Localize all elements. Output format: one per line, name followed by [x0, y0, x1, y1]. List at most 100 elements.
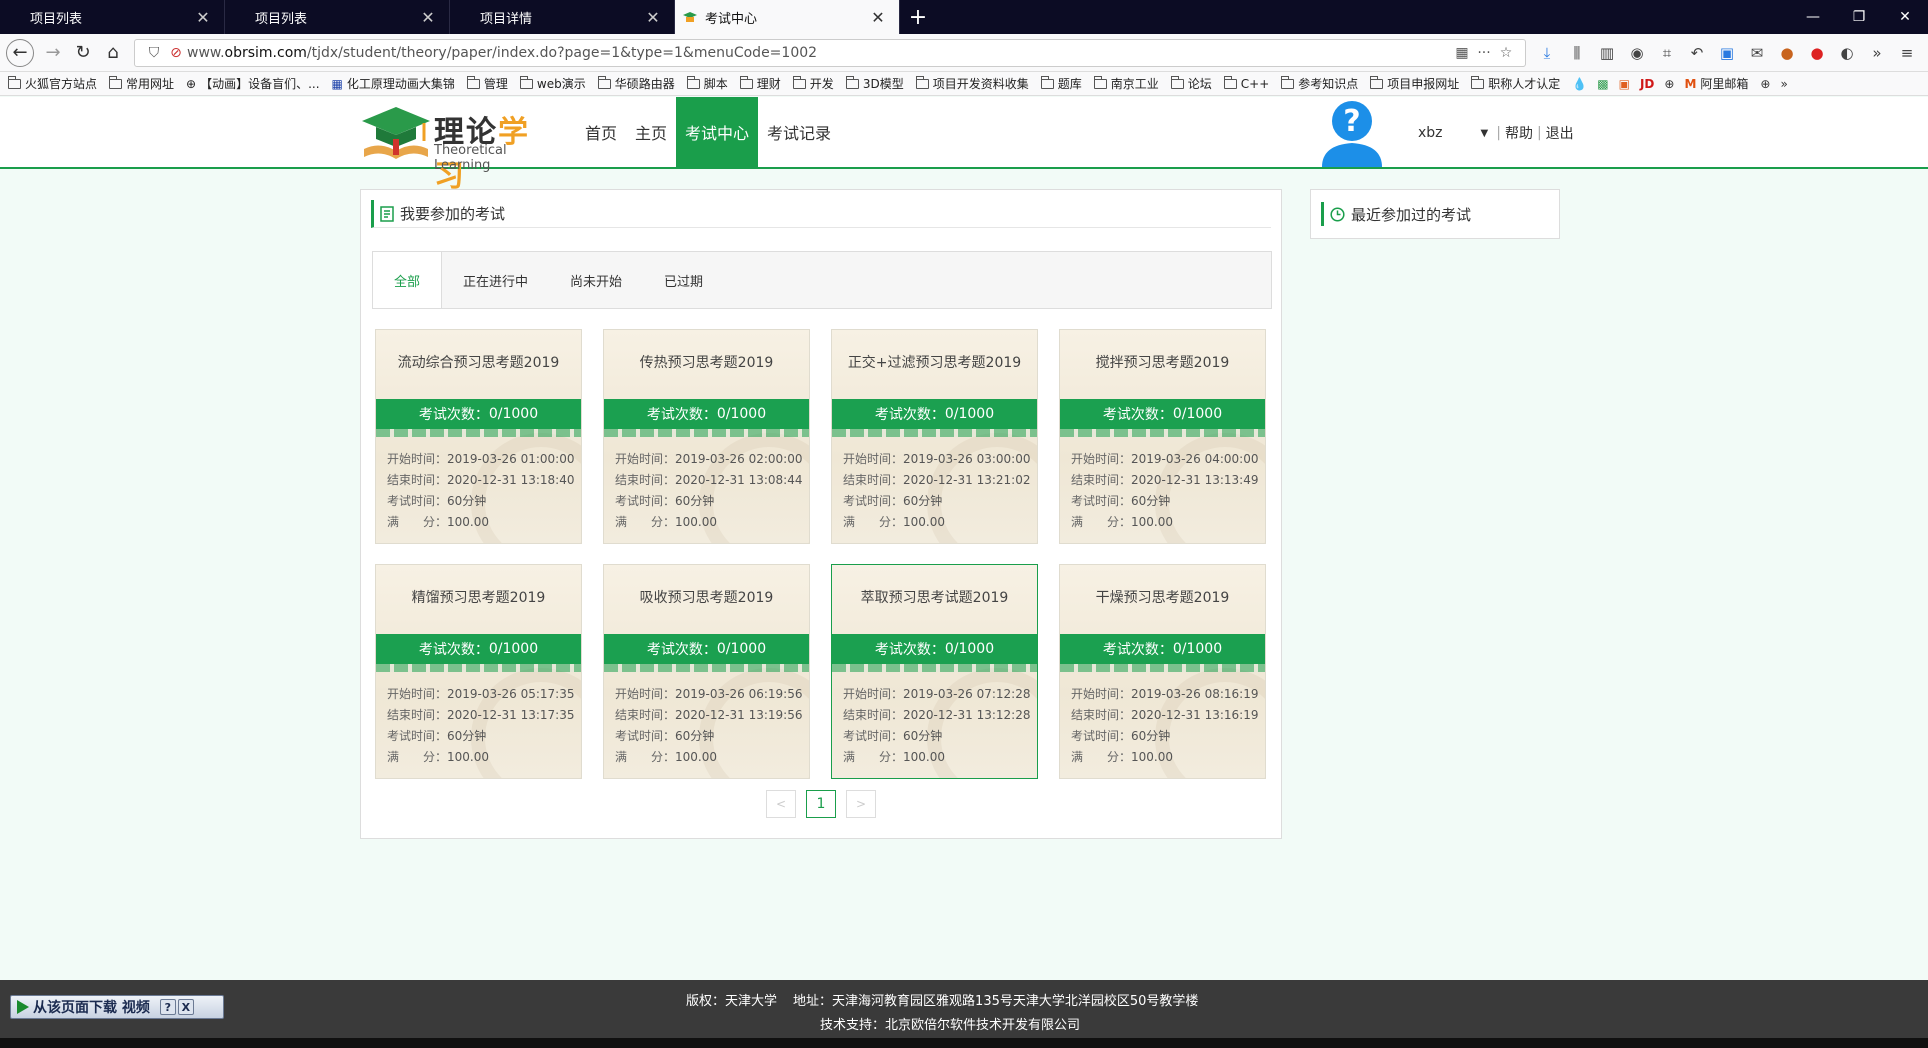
menu-icon[interactable]: ≡ [1892, 44, 1922, 62]
bookmark-item[interactable]: 常用网址 [109, 75, 174, 92]
bookmark-item[interactable]: 开发 [792, 75, 834, 92]
globe-icon[interactable]: ⊕ [1664, 77, 1674, 91]
mail-icon[interactable]: ✉ [1742, 44, 1772, 62]
bookmark-item[interactable]: 职称人才认定 [1471, 75, 1560, 92]
bookmark-item[interactable]: 论坛 [1170, 75, 1212, 92]
exam-card[interactable]: 干燥预习思考题2019 考试次数： 0/1000 开始时间：2019-03-26 … [1059, 564, 1266, 779]
close-icon[interactable]: ✕ [644, 8, 662, 27]
bookmark-item[interactable]: 参考知识点 [1281, 75, 1358, 92]
exam-info: 开始时间：2019-03-26 02:00:00 结束时间：2020-12-31… [615, 449, 802, 533]
bookmark-item[interactable]: 项目申报网址 [1370, 75, 1459, 92]
nav-item-main[interactable]: 主页 [626, 97, 676, 167]
score-label: 满 分： [387, 515, 448, 529]
help-question-icon[interactable]: ? [159, 999, 176, 1015]
bookmark-item[interactable]: ▦ 化工原理动画大集锦 [332, 75, 455, 92]
help-link[interactable]: 帮助 [1505, 123, 1533, 143]
adblock-icon[interactable]: ● [1802, 44, 1832, 62]
bookmark-item[interactable]: 管理 [466, 75, 508, 92]
shield-icon[interactable]: ⛉ [143, 45, 165, 61]
nav-item-exam-records[interactable]: 考试记录 [758, 97, 840, 167]
exam-title: 精馏预习思考题2019 [411, 590, 546, 606]
start-label: 开始时间： [1071, 452, 1132, 466]
jd-icon[interactable]: JD [1640, 77, 1654, 91]
exam-card[interactable]: 精馏预习思考题2019 考试次数： 0/1000 开始时间：2019-03-26 … [375, 564, 582, 779]
video-download-button[interactable]: 从该页面下载 视频 ? X [10, 995, 224, 1019]
nav-item-exam-center[interactable]: 考试中心 [676, 97, 759, 167]
bookmark-item[interactable]: C++ [1223, 75, 1269, 91]
bookmark-item[interactable]: 项目开发资料收集 [915, 75, 1029, 92]
drop-icon[interactable]: 💧 [1572, 77, 1587, 91]
app-icon-orange[interactable]: ▣ [1619, 77, 1630, 91]
library-icon[interactable]: ⫼ [1562, 44, 1592, 62]
bookmark-item[interactable]: M 阿里邮箱 [1684, 75, 1748, 92]
exam-card[interactable]: 正交+过滤预习思考题2019 考试次数： 0/1000 开始时间：2019-03-… [831, 329, 1038, 544]
download-icon[interactable]: ⤓ [1532, 44, 1562, 62]
tab-not-started[interactable]: 尚未开始 [549, 252, 643, 308]
crop-icon[interactable]: ⌗ [1652, 44, 1682, 62]
browser-tab[interactable]: 项目列表 ✕ [225, 0, 450, 34]
bookmark-item[interactable]: 理财 [739, 75, 781, 92]
close-icon[interactable]: ✕ [419, 8, 437, 27]
full-score: 100.00 [903, 750, 946, 764]
browser-tab-title: 项目详情 [480, 11, 533, 27]
bookmark-item[interactable]: 3D模型 [845, 75, 904, 92]
back-arrow-icon[interactable]: ← [6, 38, 34, 67]
bookmark-item[interactable]: 脚本 [686, 75, 728, 92]
bookmark-item[interactable]: ⊕ 【动画】设备盲们、... [186, 75, 320, 92]
tab-all[interactable]: 全部 [373, 252, 443, 308]
translate-icon[interactable]: ▣ [1712, 44, 1742, 62]
sidebar-icon[interactable]: ▥ [1592, 44, 1622, 62]
caret-down-icon[interactable]: ▼ [1481, 128, 1489, 139]
bookmark-item[interactable]: 南京工业 [1093, 75, 1159, 92]
page-1-button[interactable]: 1 [806, 790, 836, 818]
site-logo[interactable]: 理论学习 Theoretical Learning [360, 101, 560, 194]
minimize-icon[interactable]: — [1790, 0, 1836, 34]
overflow-icon[interactable]: » [1862, 44, 1892, 62]
undo-icon[interactable]: ↶ [1682, 44, 1712, 62]
reload-icon[interactable]: ↻ [68, 38, 98, 68]
insecure-lock-icon[interactable]: ⊘ [165, 45, 187, 61]
tab-expired[interactable]: 已过期 [643, 252, 724, 308]
user-avatar-question-icon[interactable]: ? [1318, 97, 1386, 167]
restore-icon[interactable]: ❐ [1836, 0, 1882, 34]
start-label: 开始时间： [843, 687, 904, 701]
more-dots-icon[interactable]: ··· [1473, 45, 1495, 61]
close-icon[interactable]: ✕ [194, 8, 212, 27]
close-window-icon[interactable]: ✕ [1882, 0, 1928, 34]
app-icon-green[interactable]: ▩ [1597, 77, 1608, 91]
tab-in-progress[interactable]: 正在进行中 [442, 252, 549, 308]
url-text[interactable]: www.obrsim.com/tjdx/student/theory/paper… [187, 45, 1451, 61]
exam-card[interactable]: 搅拌预习思考题2019 考试次数： 0/1000 开始时间：2019-03-26 … [1059, 329, 1266, 544]
exam-card[interactable]: 流动综合预习思考题2019 考试次数： 0/1000 开始时间：2019-03-2… [375, 329, 582, 544]
star-icon[interactable]: ☆ [1495, 45, 1517, 61]
logout-link[interactable]: 退出 [1546, 123, 1574, 143]
bookmark-item[interactable]: 题库 [1040, 75, 1082, 92]
exam-card[interactable]: 传热预习思考题2019 考试次数： 0/1000 开始时间：2019-03-26 … [603, 329, 810, 544]
monkey-icon[interactable]: ● [1772, 44, 1802, 62]
home-icon[interactable]: ⌂ [98, 38, 128, 68]
exam-card[interactable]: 吸收预习思考题2019 考试次数： 0/1000 开始时间：2019-03-26 … [603, 564, 810, 779]
bookmark-item[interactable]: 华硕路由器 [597, 75, 675, 92]
nav-item-home[interactable]: 首页 [576, 97, 626, 167]
bookmark-item[interactable]: web演示 [519, 75, 586, 92]
browser-tab[interactable]: 项目详情 ✕ [450, 0, 675, 34]
browser-tab[interactable]: 项目列表 ✕ [0, 0, 225, 34]
address-bar[interactable]: ⛉ ⊘ www.obrsim.com/tjdx/student/theory/p… [134, 38, 1526, 67]
username[interactable]: xbz [1418, 125, 1443, 141]
globe-icon[interactable]: ⊕ [1760, 77, 1770, 91]
overflow-icon[interactable]: » [1780, 77, 1787, 91]
end-time: 2020-12-31 13:13:49 [1131, 473, 1259, 487]
close-icon[interactable]: ✕ [869, 8, 887, 27]
account-icon[interactable]: ◉ [1622, 44, 1652, 62]
extension-icon[interactable]: ◐ [1832, 44, 1862, 62]
browser-tab-active[interactable]: 考试中心 ✕ [675, 0, 900, 34]
new-tab-plus-icon[interactable]: + [900, 0, 936, 34]
forward-arrow-icon[interactable]: → [38, 38, 68, 68]
start-time: 2019-03-26 07:12:28 [903, 687, 1031, 701]
next-page-button[interactable]: > [846, 790, 876, 818]
prev-page-button[interactable]: < [766, 790, 796, 818]
bookmark-item[interactable]: 火狐官方站点 [8, 75, 97, 92]
exam-card-hovered[interactable]: 萃取预习思考试题2019 考试次数： 0/1000 开始时间：2019-03-26… [831, 564, 1038, 779]
close-x-icon[interactable]: X [177, 999, 194, 1015]
qr-code-icon[interactable]: ▦ [1451, 45, 1473, 61]
